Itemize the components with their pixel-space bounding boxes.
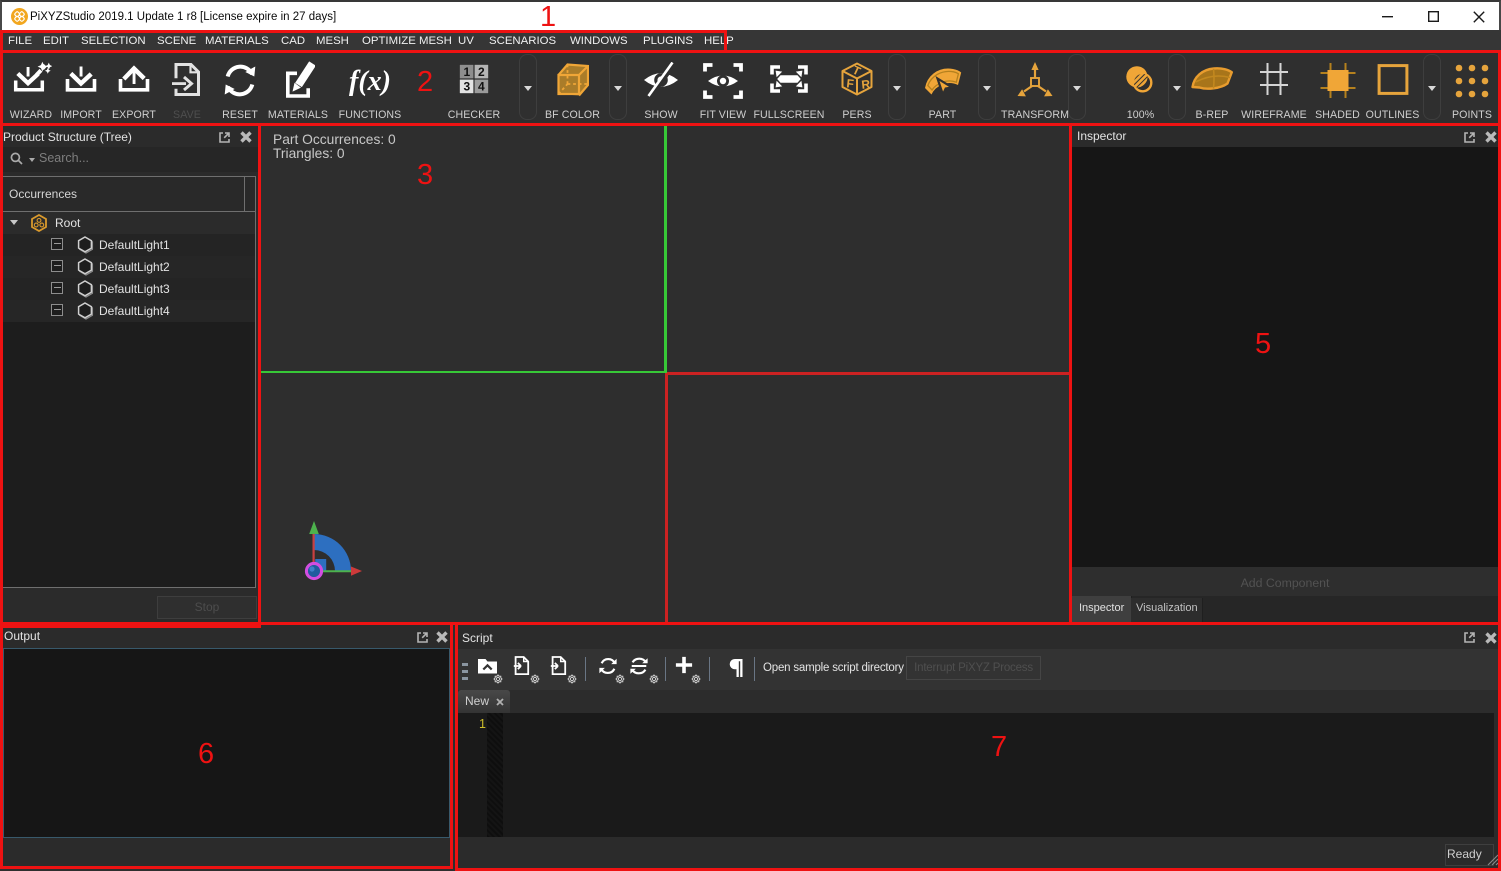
svg-text:2: 2 (478, 65, 485, 79)
svg-text:4: 4 (478, 80, 485, 94)
svg-text:1: 1 (463, 65, 470, 79)
svg-text:F: F (846, 76, 855, 91)
svg-text:f(x): f(x) (349, 66, 391, 97)
svg-text:3: 3 (463, 80, 470, 94)
svg-text:R: R (861, 77, 871, 92)
